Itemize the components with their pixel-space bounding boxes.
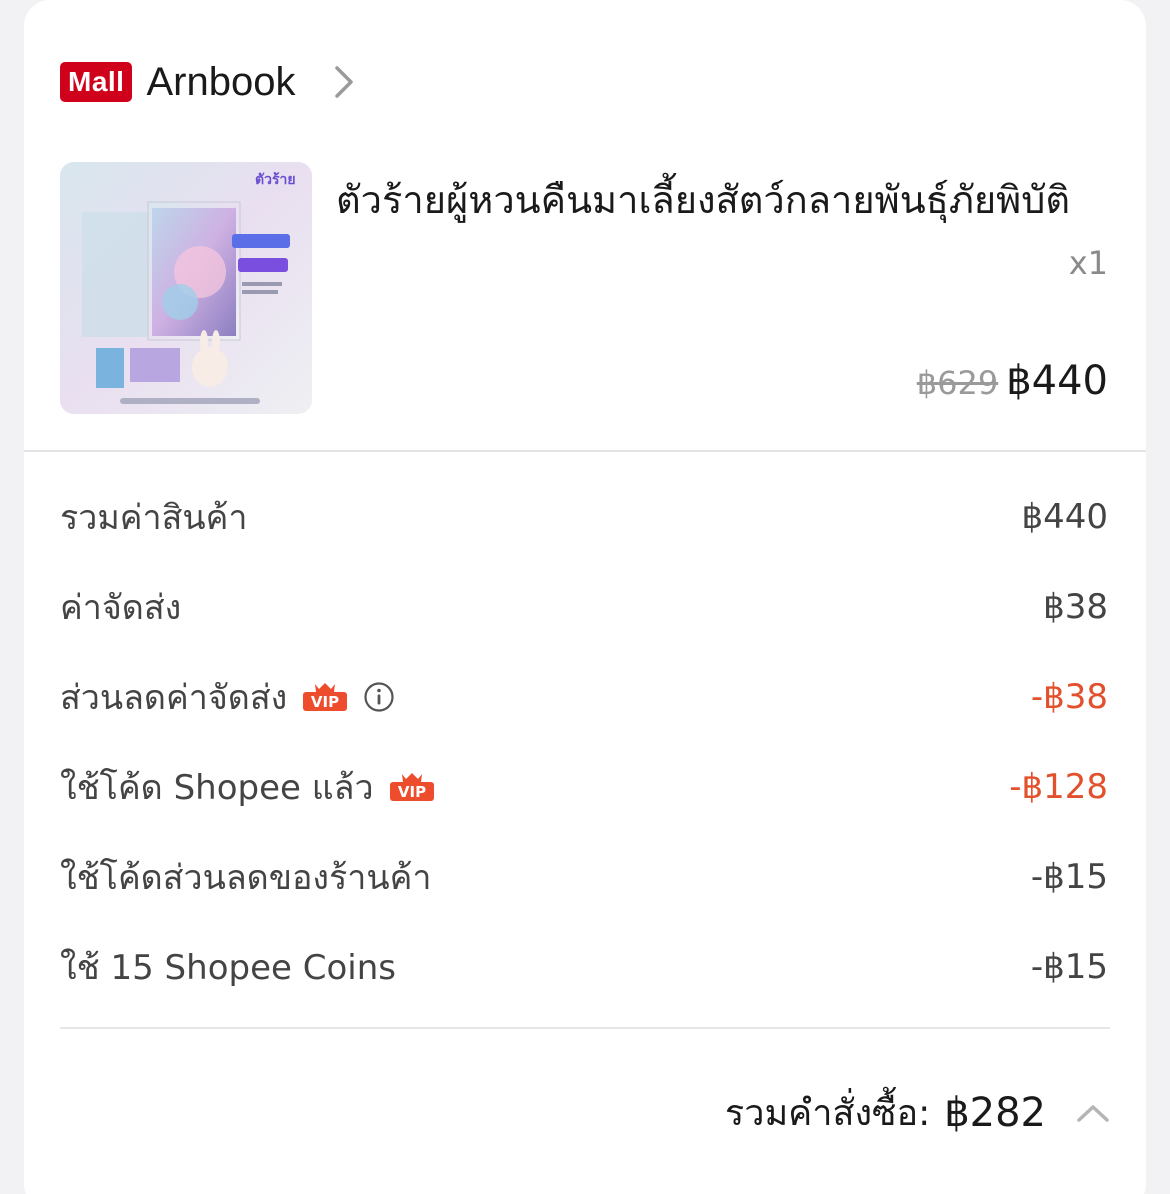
- product-quantity: x1: [1068, 244, 1108, 282]
- subtotal-value: ฿440: [1021, 497, 1108, 537]
- svg-text:VIP: VIP: [397, 783, 425, 801]
- svg-text:VIP: VIP: [311, 693, 339, 711]
- summary-row-shop-voucher: ใช้โค้ดส่วนลดของร้านค้า -฿15: [60, 832, 1108, 922]
- summary-row-subtotal: รวมค่าสินค้า ฿440: [60, 472, 1108, 562]
- original-price: ฿629: [916, 364, 999, 402]
- shipping-discount-label-wrap: ส่วนลดค่าจัดส่ง VIP: [60, 670, 395, 724]
- current-price: ฿440: [1006, 358, 1108, 404]
- shopee-voucher-value: -฿128: [1009, 767, 1108, 807]
- order-total-value: ฿282: [944, 1089, 1046, 1136]
- shipping-label: ค่าจัดส่ง: [60, 588, 182, 628]
- chevron-up-icon[interactable]: [1074, 1098, 1112, 1128]
- shipping-value: ฿38: [1043, 587, 1108, 627]
- product-price-row: ฿629 ฿440: [917, 358, 1108, 404]
- coins-label: ใช้ 15 Shopee Coins: [60, 948, 396, 988]
- vip-badge-icon: VIP: [388, 771, 436, 803]
- shopee-voucher-label: ใช้โค้ด Shopee แล้ว: [60, 768, 374, 808]
- summary-row-shopee-voucher: ใช้โค้ด Shopee แล้ว VIP -฿128: [60, 742, 1108, 832]
- info-icon[interactable]: [363, 681, 395, 713]
- divider: [60, 1027, 1110, 1029]
- product-thumbnail[interactable]: ตัวร้าย: [60, 162, 312, 414]
- subtotal-label: รวมค่าสินค้า: [60, 498, 248, 538]
- shop-header[interactable]: Mall Arnbook: [60, 56, 359, 108]
- coins-value: -฿15: [1030, 947, 1108, 987]
- order-summary: รวมค่าสินค้า ฿440 ค่าจัดส่ง ฿38 ส่วนลดค่…: [60, 472, 1108, 1012]
- order-total-label: รวมคำสั่งซื้อ:: [724, 1093, 931, 1134]
- summary-row-shipping: ค่าจัดส่ง ฿38: [60, 562, 1108, 652]
- shop-voucher-label: ใช้โค้ดส่วนลดของร้านค้า: [60, 858, 432, 898]
- chevron-right-icon[interactable]: [329, 62, 359, 102]
- product-title[interactable]: ตัวร้ายผู้หวนคืนมาเลี้ยงสัตว์กลายพันธุ์ภ…: [336, 172, 1116, 228]
- mall-badge: Mall: [60, 62, 133, 102]
- shopee-voucher-label-wrap: ใช้โค้ด Shopee แล้ว VIP: [60, 760, 436, 814]
- shipping-discount-label: ส่วนลดค่าจัดส่ง: [60, 678, 288, 718]
- shop-voucher-value: -฿15: [1030, 857, 1108, 897]
- shop-name[interactable]: Arnbook: [146, 60, 295, 105]
- vip-badge-icon: VIP: [301, 681, 349, 713]
- order-total-row[interactable]: รวมคำสั่งซื้อ: ฿282: [725, 1084, 1112, 1141]
- svg-text:ตัวร้าย: ตัวร้าย: [255, 172, 296, 188]
- summary-row-shipping-discount: ส่วนลดค่าจัดส่ง VIP -฿38: [60, 652, 1108, 742]
- order-card: Mall Arnbook ตัวร้าย ตัวร้ายผู้หวนคืนมาเ…: [24, 0, 1146, 1194]
- shipping-discount-value: -฿38: [1030, 677, 1108, 717]
- divider: [24, 450, 1146, 452]
- summary-row-coins: ใช้ 15 Shopee Coins -฿15: [60, 922, 1108, 1012]
